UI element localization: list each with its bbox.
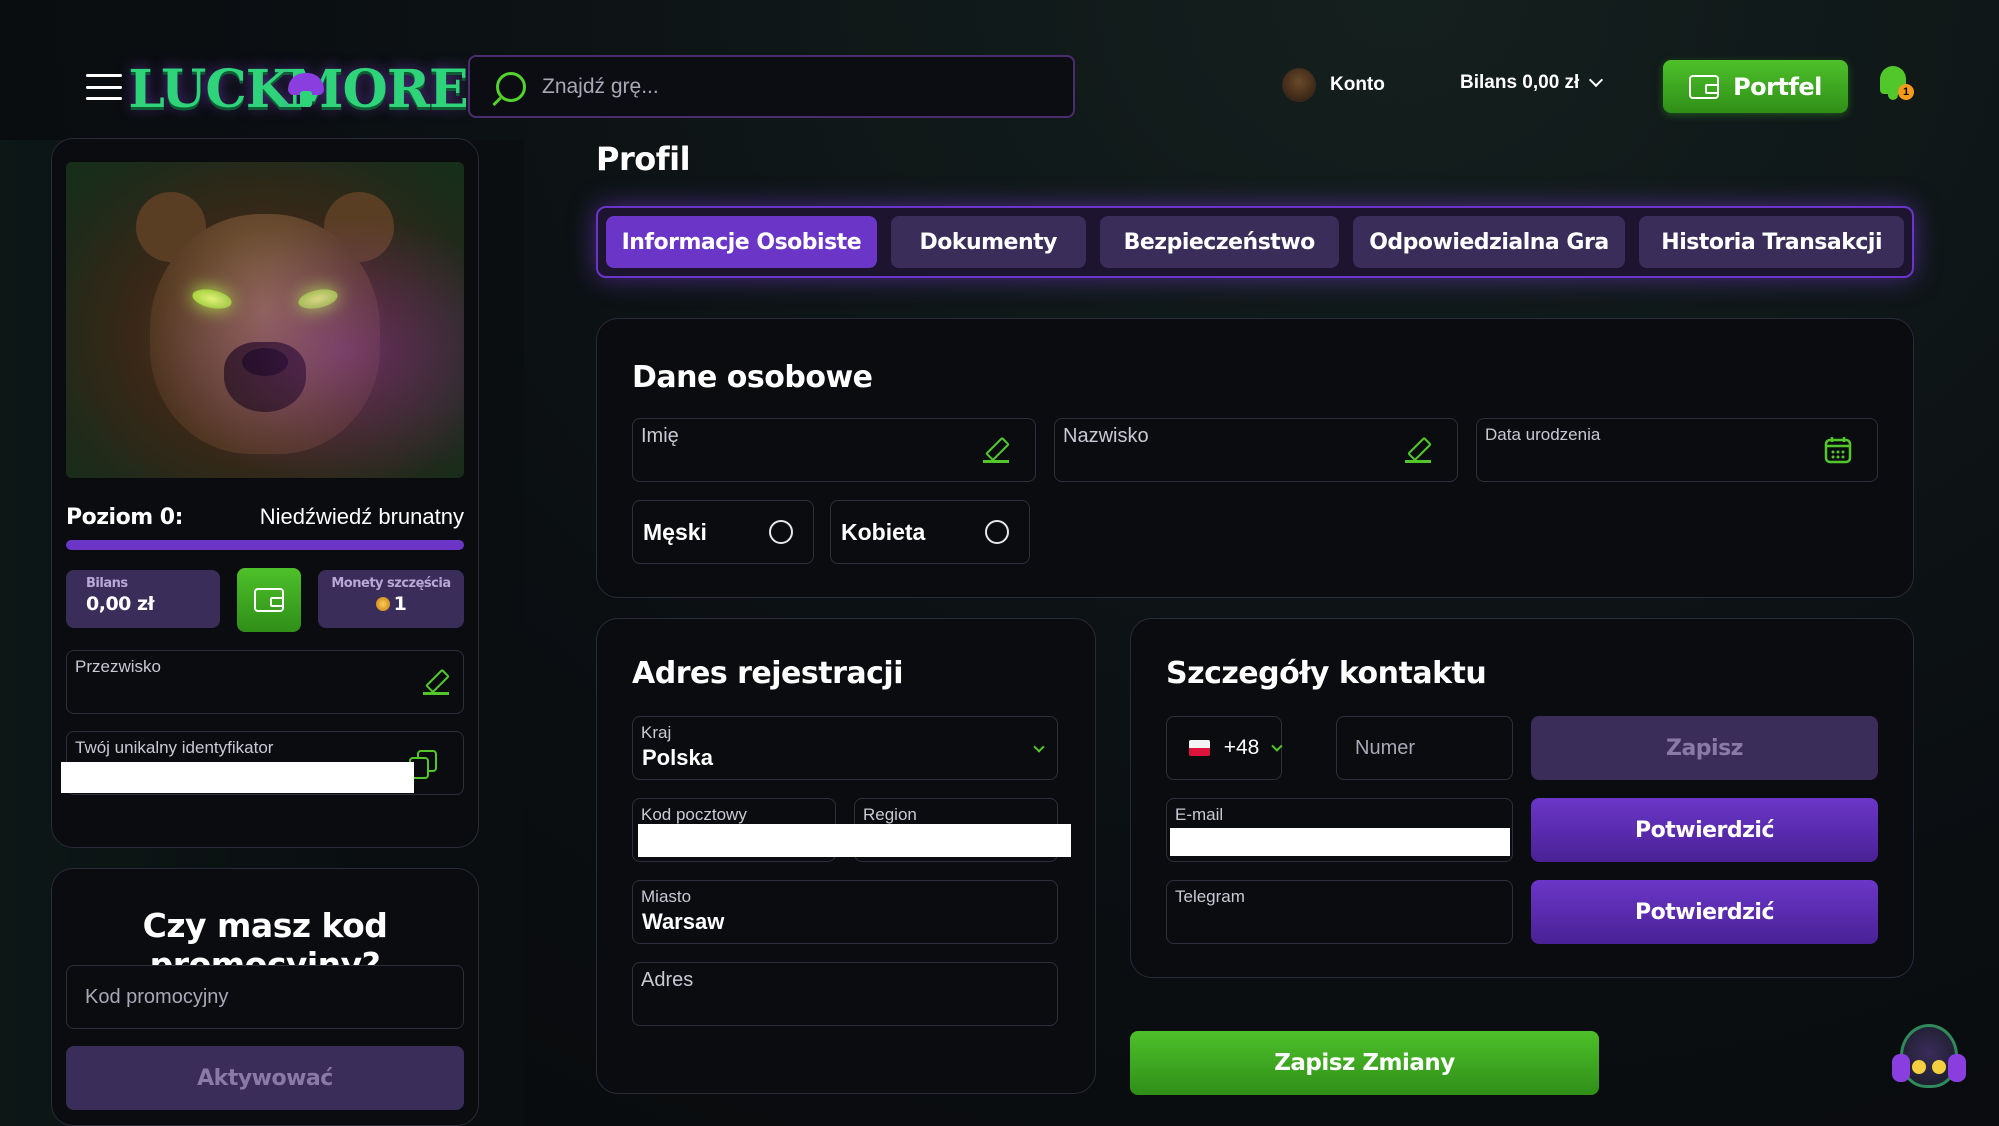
telegram-label: Telegram xyxy=(1175,887,1245,906)
level-progress-fill xyxy=(66,540,464,550)
edit-pencil-icon[interactable] xyxy=(983,437,1009,463)
country-select[interactable]: Kraj Polska xyxy=(632,716,1058,780)
edit-pencil-icon[interactable] xyxy=(1405,437,1431,463)
last-name-field[interactable]: Nazwisko xyxy=(1054,418,1458,482)
city-value: Warsaw xyxy=(642,909,725,934)
balance-dropdown[interactable]: Bilans 0,00 zł xyxy=(1460,72,1604,94)
support-mascot-icon[interactable] xyxy=(1888,1014,1970,1098)
radio-circle-icon xyxy=(985,520,1009,544)
address-title: Adres rejestracji xyxy=(632,656,904,691)
tab-personal-info[interactable]: Informacje Osobiste xyxy=(606,216,877,268)
confirm-telegram-button[interactable]: Potwierdzić xyxy=(1531,880,1878,944)
gender-male-label: Męski xyxy=(643,518,707,545)
identifier-redacted xyxy=(61,762,414,793)
personal-data-title: Dane osobowe xyxy=(632,360,873,395)
save-changes-button[interactable]: Zapisz Zmiany xyxy=(1130,1031,1599,1095)
birthdate-field[interactable]: Data urodzenia xyxy=(1476,418,1878,482)
save-phone-button[interactable]: Zapisz xyxy=(1531,716,1878,780)
calendar-icon[interactable] xyxy=(1823,435,1853,465)
account-label: Konto xyxy=(1330,74,1385,95)
telegram-field[interactable]: Telegram xyxy=(1166,880,1513,944)
balance-title: Bilans xyxy=(86,576,128,591)
wallet-icon xyxy=(254,588,284,612)
tab-documents[interactable]: Dokumenty xyxy=(890,216,1086,268)
city-label: Miasto xyxy=(641,887,692,906)
confirm-email-button[interactable]: Potwierdzić xyxy=(1531,798,1878,862)
notification-badge: 1 xyxy=(1898,84,1914,100)
tab-responsible-gaming[interactable]: Odpowiedzialna Gra xyxy=(1352,216,1626,268)
level-progress-bar xyxy=(66,540,464,550)
coins-value: 1 xyxy=(393,593,407,615)
account-menu[interactable]: Konto xyxy=(1282,68,1385,102)
coins-title: Monety szczęścia xyxy=(331,576,451,591)
region-label: Region xyxy=(863,805,917,824)
gender-male-radio[interactable]: Męski xyxy=(632,500,814,564)
level-row: Poziom 0: Niedźwiedź brunatny xyxy=(66,504,464,530)
country-value: Polska xyxy=(642,745,713,770)
nickname-field[interactable]: Przezwisko xyxy=(66,650,464,714)
email-redacted xyxy=(1170,828,1510,856)
gender-female-label: Kobieta xyxy=(841,518,926,545)
tab-transaction-history[interactable]: Historia Transakcji xyxy=(1639,216,1904,268)
edit-pencil-icon[interactable] xyxy=(423,669,449,695)
balance-box: Bilans 0,00 zł xyxy=(66,570,220,628)
search-bar[interactable] xyxy=(468,55,1075,118)
level-name: Niedźwiedź brunatny xyxy=(259,504,464,529)
logo-text-left: LUCK xyxy=(128,58,291,120)
chevron-down-icon xyxy=(1589,72,1604,88)
chevron-down-icon xyxy=(1033,741,1045,753)
address-field[interactable]: Adres xyxy=(632,962,1058,1026)
notifications-bell-icon[interactable]: 1 xyxy=(1876,64,1914,102)
chevron-down-icon xyxy=(1271,740,1283,752)
coins-box: Monety szczęścia 1 xyxy=(318,570,464,628)
country-label: Kraj xyxy=(641,723,672,742)
last-name-label: Nazwisko xyxy=(1063,425,1149,447)
contact-title: Szczegóły kontaktu xyxy=(1166,656,1487,691)
balance-label: Bilans 0,00 zł xyxy=(1460,72,1580,93)
deposit-button[interactable] xyxy=(237,568,301,632)
bear-avatar-image xyxy=(66,162,464,478)
promo-activate-button[interactable]: Aktywować xyxy=(66,1046,464,1110)
nickname-label: Przezwisko xyxy=(75,657,161,676)
city-field[interactable]: Miasto Warsaw xyxy=(632,880,1058,944)
wallet-button[interactable]: Portfel xyxy=(1663,60,1848,113)
level-label: Poziom 0: xyxy=(66,504,183,530)
promo-code-input[interactable] xyxy=(66,965,464,1029)
site-logo[interactable]: LUCK MORE xyxy=(128,42,468,136)
search-icon xyxy=(496,71,526,102)
address-label: Adres xyxy=(641,969,694,991)
birthdate-label: Data urodzenia xyxy=(1485,425,1601,444)
postal-code-label: Kod pocztowy xyxy=(641,805,747,824)
postal-region-redacted xyxy=(638,824,1071,857)
poland-flag-icon xyxy=(1189,740,1210,756)
wallet-icon xyxy=(1689,74,1720,99)
email-label: E-mail xyxy=(1175,805,1224,824)
first-name-field[interactable]: Imię xyxy=(632,418,1036,482)
wallet-label: Portfel xyxy=(1733,72,1822,101)
radio-circle-icon xyxy=(769,520,793,544)
balance-value: 0,00 zł xyxy=(86,593,155,615)
phone-code: +48 xyxy=(1223,736,1260,759)
page-title: Profil xyxy=(596,140,691,178)
avatar xyxy=(1282,68,1316,102)
tab-security[interactable]: Bezpieczeństwo xyxy=(1099,216,1339,268)
search-input[interactable] xyxy=(542,74,1022,99)
identifier-label: Twój unikalny identyfikator xyxy=(75,738,274,757)
menu-hamburger-icon[interactable] xyxy=(86,74,122,100)
first-name-label: Imię xyxy=(641,425,679,447)
phone-number-input[interactable] xyxy=(1336,716,1513,780)
coin-icon xyxy=(375,597,390,611)
gender-female-radio[interactable]: Kobieta xyxy=(830,500,1030,564)
phone-code-select[interactable]: +48 xyxy=(1166,716,1283,780)
profile-tabs: Informacje Osobiste Dokumenty Bezpieczeń… xyxy=(596,206,1914,278)
